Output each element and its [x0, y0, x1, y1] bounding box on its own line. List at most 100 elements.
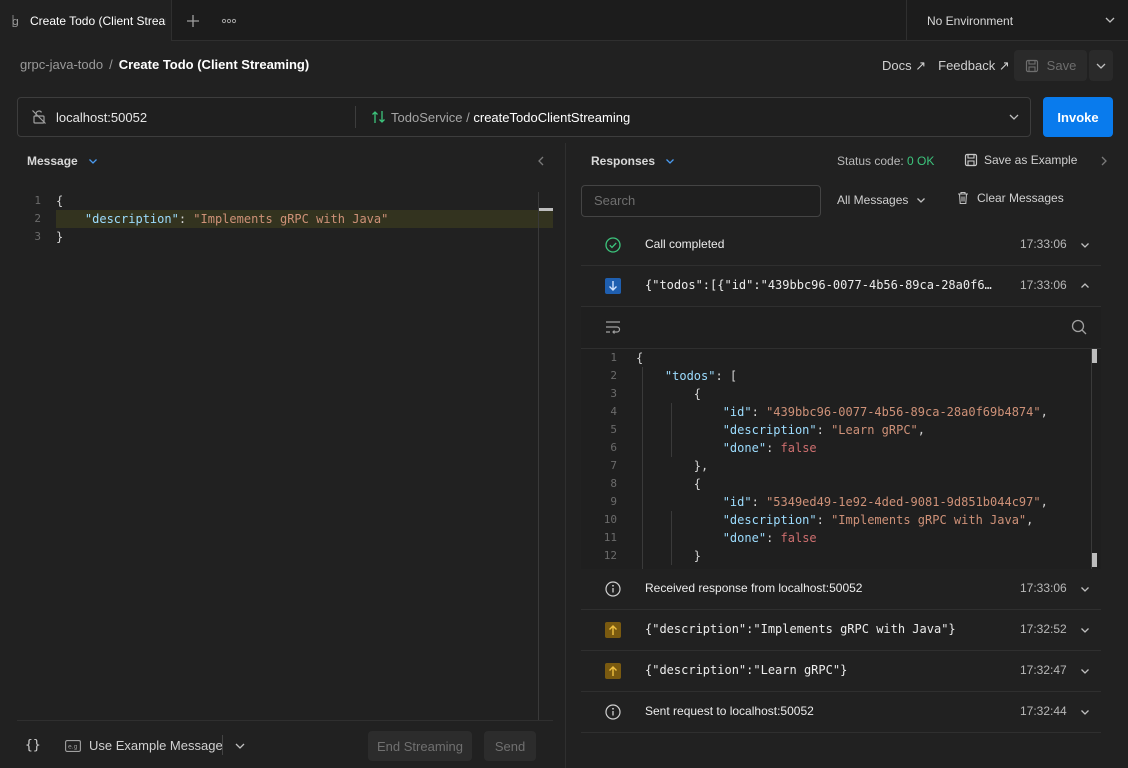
chevron-down-icon[interactable] [1080, 240, 1090, 250]
line-number: 3 [610, 387, 617, 400]
save-button[interactable]: Save [1014, 50, 1087, 81]
check-circle-icon [605, 237, 621, 253]
response-scroll-thumb[interactable] [1092, 553, 1097, 567]
method-selector[interactable]: TodoService / createTodoClientStreaming [391, 110, 630, 125]
message-text: {"todos":[{"id":"439bbc96-0077-4b56-89ca… [645, 278, 992, 292]
message-code[interactable]: { "description": "Implements gRPC with J… [56, 192, 553, 246]
save-as-example-button[interactable]: Save as Example [964, 153, 1077, 167]
panel-divider[interactable] [565, 143, 566, 768]
environment-selector[interactable]: No Environment [906, 0, 1128, 41]
page-title[interactable]: Create Todo (Client Streaming) [119, 57, 309, 72]
code-token: "439bbc96-0077-4b56-89ca-28a0f69b4874" [766, 405, 1041, 419]
line-numbers: 1 2 3 [17, 192, 53, 246]
save-icon [1025, 59, 1038, 72]
line-number: 10 [603, 513, 617, 526]
tab-bar: g Create Todo (Client Streaming) No Envi… [0, 0, 1128, 41]
code-line: "description": "Implements gRPC with Jav… [56, 210, 553, 228]
message-row[interactable]: Call completed 17:33:06 [581, 225, 1101, 266]
line-number: 12 [603, 549, 617, 562]
status-value: 0 OK [907, 154, 935, 168]
send-button[interactable]: Send [484, 731, 536, 761]
code-line: { [636, 475, 1048, 493]
message-time: 17:32:47 [1020, 663, 1067, 677]
line-numbers: 1 2 3 4 5 6 7 8 9 10 11 12 [581, 349, 627, 565]
line-number: 2 [34, 212, 41, 225]
code-line: } [56, 228, 553, 246]
editor-scrollbar[interactable] [538, 192, 539, 720]
code-token: "Implements gRPC with Java" [831, 513, 1027, 527]
code-token: "description" [722, 513, 817, 527]
environment-label: No Environment [927, 13, 1014, 28]
request-tab[interactable]: g Create Todo (Client Streaming) [0, 0, 172, 41]
code-token: false [780, 531, 817, 545]
message-row[interactable]: Received response from localhost:50052 17… [581, 569, 1101, 610]
message-row[interactable]: {"description":"Implements gRPC with Jav… [581, 610, 1101, 651]
server-url-input[interactable]: localhost:50052 [56, 110, 147, 125]
response-body[interactable]: 1 2 3 4 5 6 7 8 9 10 11 12 { "todos": [ { "id": "43… [581, 349, 1101, 569]
message-row[interactable]: {"todos":[{"id":"439bbc96-0077-4b56-89ca… [581, 266, 1101, 307]
response-code[interactable]: { "todos": [ { "id": "439bbc96-0077-4b56… [636, 349, 1048, 565]
new-tab-button[interactable] [182, 10, 204, 32]
breadcrumb-collection[interactable]: grpc-java-todo [20, 57, 103, 72]
plus-icon [187, 15, 199, 27]
message-row[interactable]: {"description":"Learn gRPC"} 17:32:47 [581, 651, 1101, 692]
invoke-button[interactable]: Invoke [1043, 97, 1113, 137]
feedback-link[interactable]: Feedback ↗ [938, 58, 1010, 74]
code-token: } [56, 230, 64, 244]
breadcrumb-separator: / [109, 57, 113, 72]
trash-icon [958, 191, 968, 205]
chevron-down-icon[interactable] [1080, 584, 1090, 594]
docs-link[interactable]: Docs ↗ [882, 58, 926, 74]
code-line: { [636, 349, 1048, 367]
code-token: : [816, 423, 832, 437]
use-example-button[interactable]: e.g Use Example Message [65, 738, 223, 753]
beautify-button[interactable]: {} [25, 738, 41, 753]
code-token: { [636, 477, 702, 491]
message-filter-dropdown[interactable]: All Messages [837, 193, 926, 207]
code-token: , [1040, 405, 1048, 419]
line-number: 6 [610, 441, 617, 454]
editor-scroll-thumb[interactable] [539, 208, 553, 211]
code-token: : [751, 495, 767, 509]
chevron-down-icon [1105, 17, 1115, 23]
message-editor[interactable]: 1 2 3 { "description": "Implements gRPC wi… [17, 192, 553, 720]
tab-options-button[interactable] [218, 10, 240, 32]
message-header[interactable]: Message [27, 154, 98, 168]
response-scrollbar[interactable] [1091, 349, 1092, 569]
chevron-down-icon[interactable] [234, 740, 246, 752]
tls-off-icon[interactable] [31, 109, 47, 125]
message-time: 17:32:44 [1020, 704, 1067, 718]
response-scroll-thumb[interactable] [1092, 349, 1097, 363]
search-icon[interactable] [1071, 319, 1087, 335]
responses-header[interactable]: Responses [591, 154, 675, 168]
code-token: "Learn gRPC" [831, 423, 918, 437]
code-token: "Implements gRPC with Java" [193, 212, 389, 226]
message-row[interactable]: Sent request to localhost:50052 17:32:44 [581, 692, 1101, 733]
service-name: TodoService / [391, 110, 474, 125]
code-token: false [780, 441, 817, 455]
message-text: {"description":"Learn gRPC"} [645, 663, 848, 677]
header-links: Docs ↗ Feedback ↗ [882, 58, 1010, 74]
search-input[interactable]: Search [581, 185, 821, 217]
message-time: 17:33:06 [1020, 278, 1067, 292]
chevron-down-icon[interactable] [1080, 707, 1090, 717]
clear-messages-button[interactable]: Clear Messages [957, 191, 1064, 205]
chevron-up-icon[interactable] [1080, 281, 1090, 291]
chevron-down-icon[interactable] [1080, 666, 1090, 676]
wrap-lines-icon[interactable] [605, 320, 621, 334]
message-list: Call completed 17:33:06 {"todos":[{"id":"4… [581, 225, 1101, 733]
end-streaming-button[interactable]: End Streaming [368, 731, 472, 761]
chevron-down-icon[interactable] [1080, 625, 1090, 635]
code-token: "done" [722, 441, 767, 455]
expanded-toolbar [581, 307, 1101, 349]
code-token: { [636, 387, 702, 401]
message-filter-label: All Messages [837, 193, 909, 207]
save-options-button[interactable] [1089, 50, 1113, 81]
line-number: 9 [610, 495, 617, 508]
code-line: { [56, 192, 553, 210]
chevron-right-icon[interactable] [1100, 155, 1108, 167]
collapse-panel-icon[interactable] [536, 155, 546, 167]
code-token: }, [636, 459, 709, 473]
code-line: } [636, 547, 1048, 565]
